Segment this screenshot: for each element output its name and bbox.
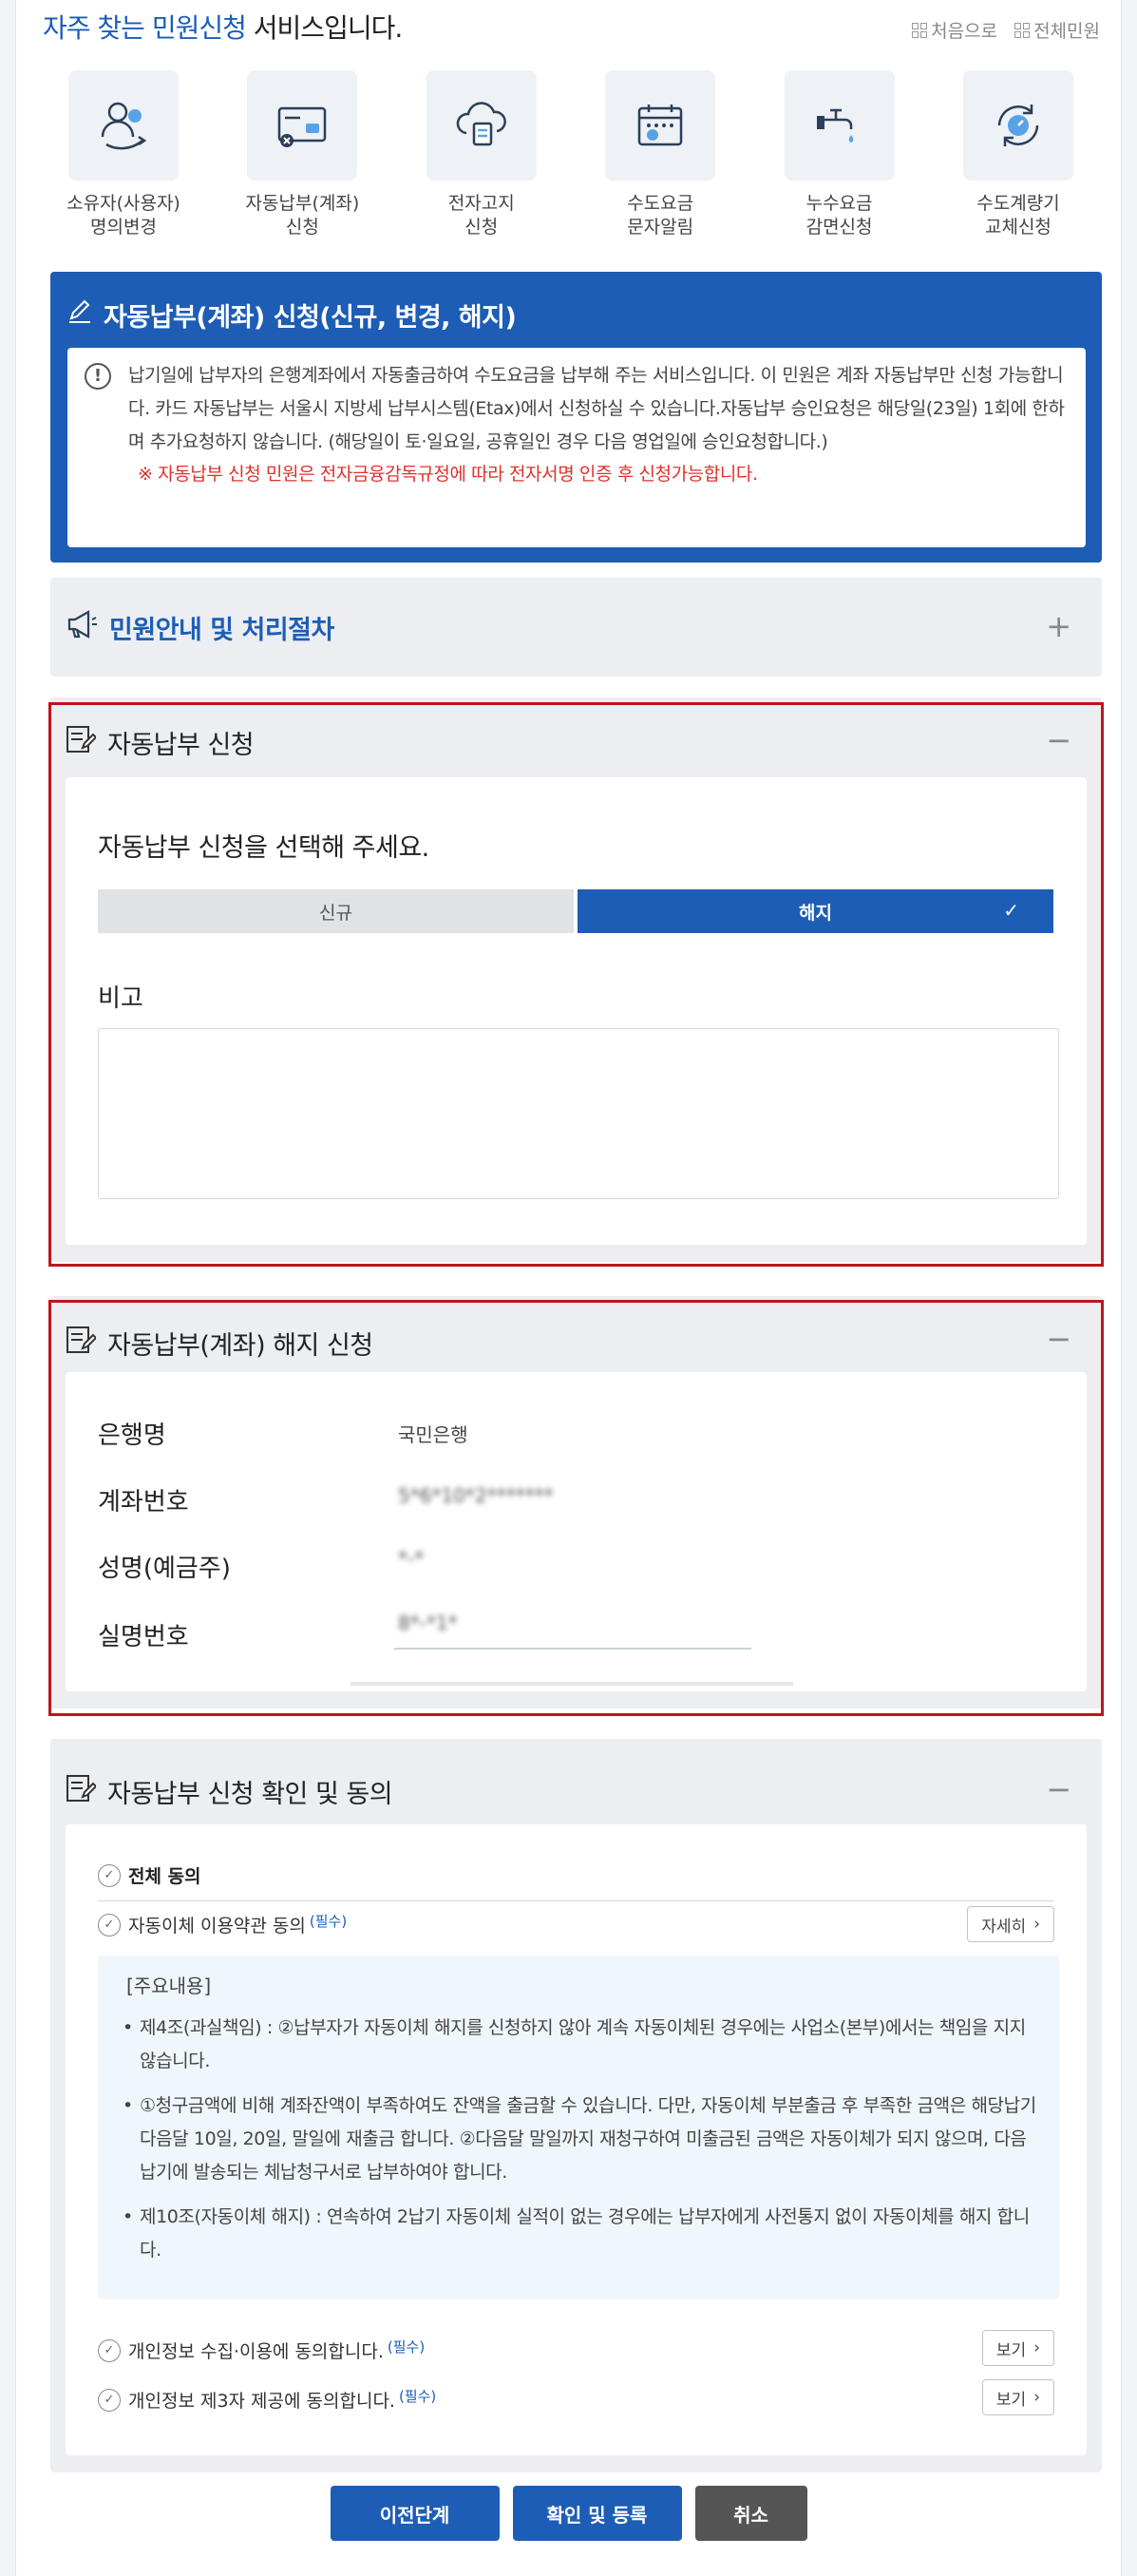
terms-box: [주요내용] 제4조(과실책임) : ②납부자가 자동이체 해지를 신청하지 않… <box>98 1956 1059 2299</box>
terms-item: 제10조(자동이체 해지) : 연속하여 2납기 자동이체 실적이 없는 경우에… <box>117 2201 1040 2267</box>
link-first[interactable]: 처음으로 <box>912 17 997 43</box>
view-button-label: 보기 <box>995 2340 1027 2360</box>
chevron-right-icon: › <box>1033 1915 1040 1934</box>
guide-title: 민원안내 및 처리절차 <box>109 615 334 645</box>
cloud-document-icon <box>426 70 537 181</box>
faucet-icon <box>784 70 895 181</box>
check-circle-icon[interactable]: ✓ <box>98 1913 121 1937</box>
terms-item: 제4조(과실책임) : ②납부자가 자동이체 해지를 신청하지 않아 계속 자동… <box>117 2012 1040 2078</box>
top-links: 처음으로 전체민원 <box>912 17 1100 43</box>
all-agree-label: 전체 동의 <box>128 1866 201 1887</box>
privacy-collect-label: 개인정보 수집·이용에 동의합니다. <box>128 2341 384 2362</box>
service-row: 소유자(사용자) 명의변경 자동납부(계좌) 신청 전자고지 신청 수도요금 문… <box>39 70 1103 239</box>
form-edit-icon <box>66 1774 98 1809</box>
notice-title: 자동납부(계좌) 신청(신규, 변경, 해지) <box>67 296 517 334</box>
service-label: 전자고지 신청 <box>447 193 515 238</box>
service-meter-replace[interactable]: 수도계량기 교체신청 <box>934 70 1103 239</box>
bottom-buttons: 이전단계 확인 및 등록 취소 <box>16 2486 1121 2541</box>
privacy-third-row[interactable]: ✓ 개인정보 제3자 제공에 동의합니다. (필수) <box>98 2387 436 2413</box>
prev-button[interactable]: 이전단계 <box>330 2486 500 2541</box>
check-circle-icon[interactable]: ✓ <box>98 2388 121 2412</box>
agree-section: 자동납부 신청 확인 및 동의 − ✓ 전체 동의 ✓ 자동이체 이용약관 동의… <box>50 1739 1102 2472</box>
service-label: 자동납부(계좌) 신청 <box>245 193 360 238</box>
guide-header[interactable]: 민원안내 및 처리절차 <box>66 578 334 677</box>
guide-accordion[interactable]: 민원안내 및 처리절차 + <box>50 578 1102 677</box>
service-owner-change[interactable]: 소유자(사용자) 명의변경 <box>39 70 208 239</box>
check-circle-icon[interactable]: ✓ <box>98 2338 121 2362</box>
check-circle-icon[interactable]: ✓ <box>98 1863 121 1887</box>
agree-toggle[interactable]: − <box>1046 1774 1071 1804</box>
link-all-label: 전체민원 <box>1033 21 1100 42</box>
title-rest: 서비스입니다. <box>245 12 403 44</box>
detail-button[interactable]: 자세히 › <box>967 1906 1054 1942</box>
cancel-button[interactable]: 취소 <box>694 2486 807 2541</box>
notice-inner: ! 납기일에 납부자의 은행계좌에서 자동출금하여 수도요금을 납부해 주는 서… <box>67 348 1086 547</box>
page-title: 자주 찾는 민원신청 서비스입니다. <box>43 8 403 46</box>
highlight-frame <box>48 702 1104 1267</box>
service-autopay[interactable]: 자동납부(계좌) 신청 <box>218 70 387 239</box>
exclamation-icon: ! <box>85 363 111 390</box>
privacy-collect-row[interactable]: ✓ 개인정보 수집·이용에 동의합니다. (필수) <box>98 2337 425 2363</box>
grid-icon <box>1014 22 1031 38</box>
agree-header[interactable]: 자동납부 신청 확인 및 동의 <box>66 1746 393 1836</box>
privacy-third-label: 개인정보 제3자 제공에 동의합니다. <box>128 2391 395 2412</box>
service-label: 수도계량기 교체신청 <box>976 193 1060 238</box>
terms-agree-row[interactable]: ✓ 자동이체 이용약관 동의 (필수) <box>98 1912 347 1937</box>
all-agree-row[interactable]: ✓ 전체 동의 <box>98 1862 201 1888</box>
link-first-label: 처음으로 <box>931 21 998 42</box>
view-third-button[interactable]: 보기 › <box>981 2379 1054 2415</box>
title-highlight: 자주 찾는 민원신청 <box>43 12 247 44</box>
chevron-right-icon: › <box>1033 2338 1040 2357</box>
megaphone-icon <box>66 609 98 645</box>
required-tag: (필수) <box>309 1913 348 1930</box>
service-label: 누수요금 감면신청 <box>805 193 873 238</box>
view-collect-button[interactable]: 보기 › <box>981 2330 1054 2366</box>
confirm-button[interactable]: 확인 및 등록 <box>512 2486 682 2541</box>
highlight-frame <box>48 1300 1104 1716</box>
page-container: 자주 찾는 민원신청 서비스입니다. 처음으로 전체민원 소유자(사용자) 명의… <box>15 0 1122 2576</box>
detail-button-label: 자세히 <box>981 1917 1027 1937</box>
agree-title: 자동납부 신청 확인 및 동의 <box>107 1779 393 1809</box>
terms-title: [주요내용] <box>126 1975 212 1997</box>
card-icon <box>247 70 358 181</box>
terms-item: ①청구금액에 비해 계좌잔액이 부족하여도 잔액을 출금할 수 있습니다. 다만… <box>117 2089 1040 2189</box>
required-tag: (필수) <box>398 2388 437 2405</box>
link-all[interactable]: 전체민원 <box>1014 17 1100 43</box>
required-tag: (필수) <box>387 2338 426 2356</box>
service-label: 소유자(사용자) 명의변경 <box>66 193 180 238</box>
guide-toggle[interactable]: + <box>1046 611 1071 641</box>
service-sms-alert[interactable]: 수도요금 문자알림 <box>576 70 745 239</box>
grid-icon <box>912 22 928 38</box>
service-label: 수도요금 문자알림 <box>627 193 694 238</box>
agree-body: ✓ 전체 동의 ✓ 자동이체 이용약관 동의 (필수) 자세히 › [주요내용]… <box>66 1824 1087 2455</box>
chevron-right-icon: › <box>1033 2388 1040 2407</box>
person-swap-icon <box>68 70 179 181</box>
service-leak-reduction[interactable]: 누수요금 감면신청 <box>755 70 924 239</box>
notice-title-text: 자동납부(계좌) 신청(신규, 변경, 해지) <box>104 303 517 333</box>
notice-warning: ※ 자동납부 신청 민원은 전자금융감독규정에 따라 전자서명 인증 후 신청가… <box>138 464 758 485</box>
notice-desc: 납기일에 납부자의 은행계좌에서 자동출금하여 수도요금을 납부해 주는 서비스… <box>128 365 1065 452</box>
calendar-icon <box>605 70 716 181</box>
meter-refresh-icon <box>962 70 1073 181</box>
divider <box>98 1900 1054 1901</box>
view-button-label: 보기 <box>995 2390 1027 2410</box>
service-e-notice[interactable]: 전자고지 신청 <box>397 70 566 239</box>
pencil-icon <box>67 299 92 331</box>
terms-agree-label: 자동이체 이용약관 동의 <box>128 1916 306 1937</box>
notice-box: 자동납부(계좌) 신청(신규, 변경, 해지) ! 납기일에 납부자의 은행계좌… <box>50 272 1102 563</box>
